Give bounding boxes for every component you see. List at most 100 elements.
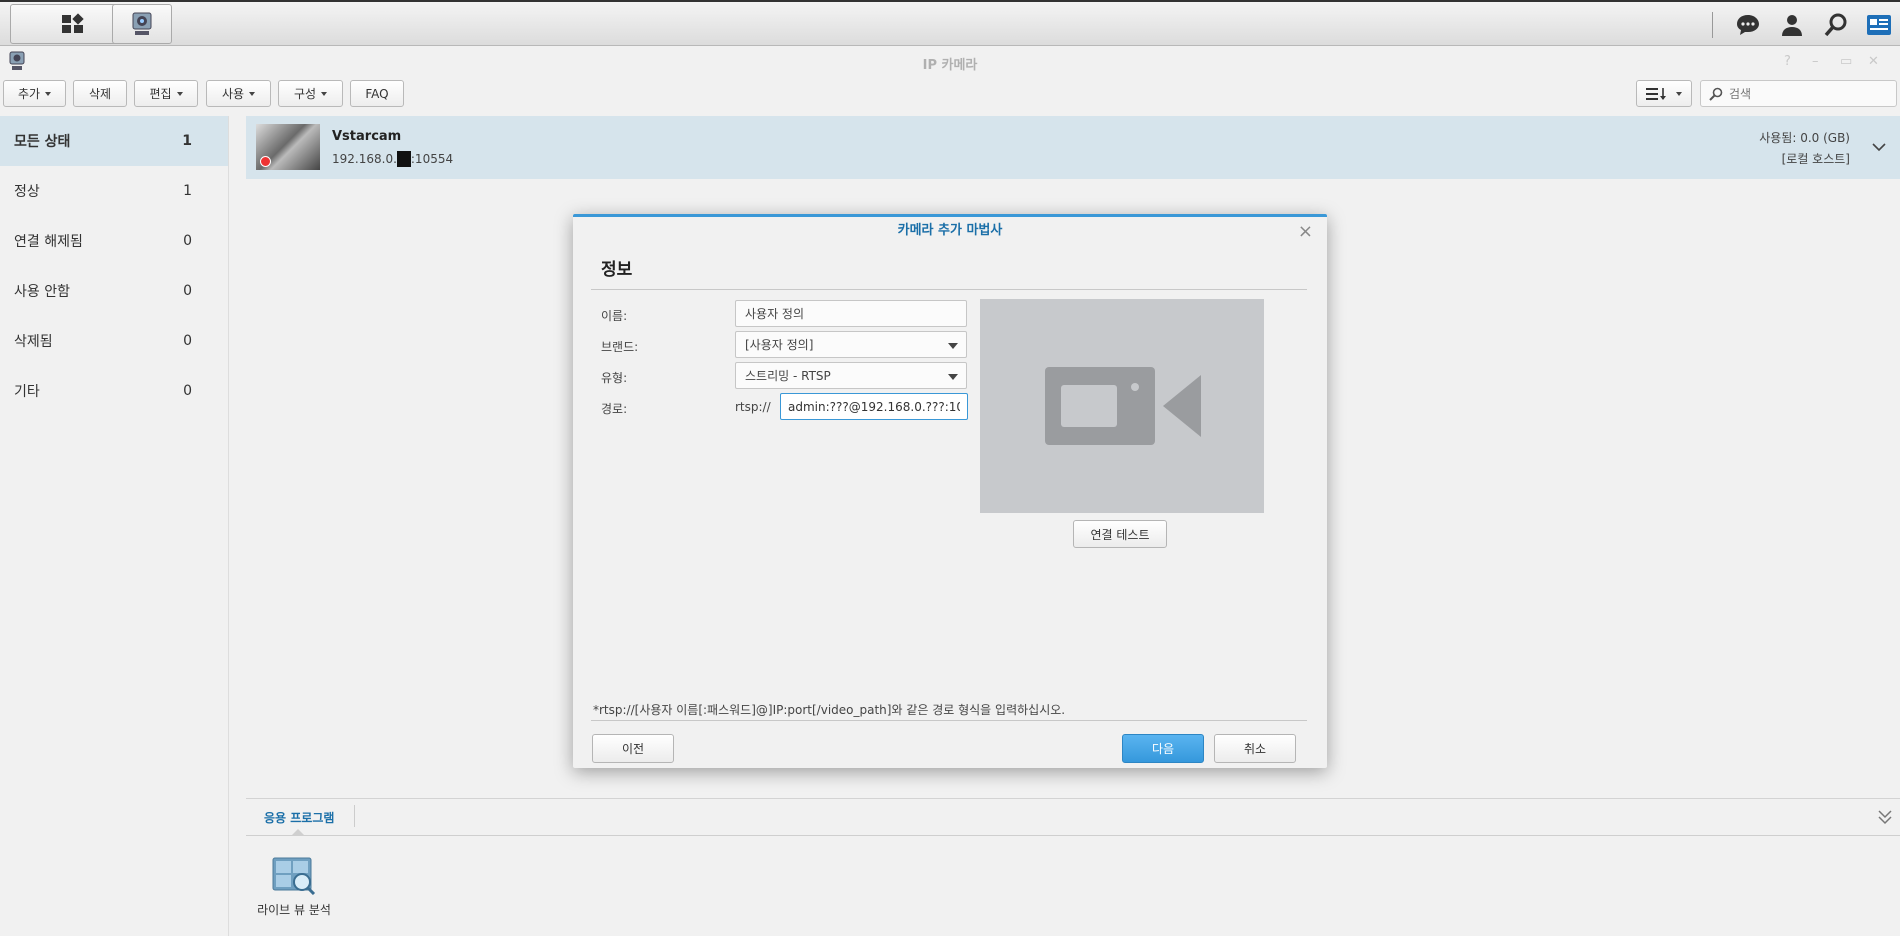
table-row[interactable]: Vstarcam 192.168.0. :10554 사용됨: 0.0 (GB)…: [246, 116, 1900, 179]
widget-button[interactable]: [1864, 10, 1894, 40]
chevron-down-icon: [45, 91, 52, 96]
widget-icon: [1867, 15, 1891, 35]
toolbar: 추가 삭제 편집 사용 구성 FAQ: [0, 78, 1900, 110]
divider: [591, 720, 1307, 721]
camera-ip-prefix: 192.168.0.: [332, 152, 397, 166]
divider: [246, 835, 1900, 836]
camera-host: [로컬 호스트]: [1781, 152, 1850, 166]
connection-test-button[interactable]: 연결 테스트: [1073, 520, 1167, 548]
name-label: 이름:: [601, 309, 628, 323]
config-button-label: 구성: [293, 87, 317, 101]
sidebar-item-count: 0: [183, 333, 192, 349]
user-icon: [1782, 15, 1802, 36]
add-camera-wizard: 카메라 추가 마법사 × 정보 이름: 사용자 정의 브랜드: [사용자 정의]…: [573, 214, 1327, 768]
delete-button[interactable]: 삭제: [73, 80, 127, 107]
sidebar-item-all[interactable]: 모든 상태 1: [0, 116, 228, 166]
add-button-label: 추가: [17, 87, 41, 101]
search-icon: [1709, 87, 1723, 101]
faq-button-label: FAQ: [365, 86, 389, 101]
chevron-down-icon: [1676, 91, 1682, 96]
window-title: IP 카메라: [922, 58, 978, 73]
help-icon[interactable]: ?: [1784, 54, 1791, 69]
path-input[interactable]: [780, 393, 968, 420]
live-view-analytics-icon: [272, 857, 316, 896]
use-button-label: 사용: [221, 87, 245, 101]
divider: [591, 289, 1307, 290]
global-search-button[interactable]: [1821, 10, 1851, 40]
path-label: 경로:: [601, 402, 628, 416]
sidebar-item-label: 사용 안함: [14, 284, 70, 300]
tab-applications[interactable]: 응용 프로그램: [264, 809, 334, 826]
wizard-title: 카메라 추가 마법사: [897, 223, 1003, 238]
sidebar-item-label: 정상: [14, 184, 40, 200]
view-sort-button[interactable]: [1636, 80, 1692, 107]
add-button[interactable]: 추가: [3, 80, 66, 107]
window-title-bar: IP 카메라 ? – ▭ ✕: [0, 46, 1900, 78]
faq-button[interactable]: FAQ: [350, 80, 404, 107]
use-button[interactable]: 사용: [206, 80, 271, 107]
sidebar-item-count: 1: [182, 133, 192, 149]
type-select[interactable]: 스트리밍 - RTSP: [735, 362, 967, 389]
sidebar-item-deleted[interactable]: 삭제됨 0: [0, 316, 228, 366]
redacted-block: [396, 151, 411, 167]
sidebar-item-label: 모든 상태: [14, 134, 71, 150]
sidebar-item-label: 기타: [14, 384, 40, 400]
list-sort-icon: [1646, 87, 1666, 100]
grid-icon: [62, 13, 84, 33]
surveillance-app-button[interactable]: [112, 4, 172, 44]
minimize-icon[interactable]: –: [1812, 54, 1819, 69]
rtsp-prefix: rtsp://: [735, 400, 771, 414]
type-label: 유형:: [601, 371, 628, 385]
config-button[interactable]: 구성: [278, 80, 343, 107]
chat-button[interactable]: [1733, 10, 1763, 40]
search-icon: [1824, 13, 1847, 37]
camera-address: 192.168.0. :10554: [332, 151, 453, 167]
sidebar-item-other[interactable]: 기타 0: [0, 366, 228, 416]
camera-preview: [980, 299, 1264, 513]
next-button[interactable]: 다음: [1122, 734, 1204, 763]
video-camera-icon: [1045, 367, 1201, 445]
search-input[interactable]: [1729, 86, 1889, 101]
user-button[interactable]: [1777, 10, 1807, 40]
brand-select[interactable]: [사용자 정의]: [735, 331, 967, 358]
taskbar-separator: [1712, 12, 1713, 38]
chevron-down-icon[interactable]: [1872, 142, 1886, 152]
sidebar-item-disconnected[interactable]: 연결 해제됨 0: [0, 216, 228, 266]
sidebar-item-count: 0: [183, 233, 192, 249]
camera-ip-suffix: :10554: [410, 152, 454, 166]
close-window-icon[interactable]: ✕: [1868, 54, 1879, 69]
edit-button-label: 편집: [149, 87, 172, 101]
chevron-down-icon: [321, 91, 328, 96]
surveillance-app-icon: [132, 12, 152, 35]
close-icon[interactable]: ×: [1298, 221, 1313, 242]
sidebar-item-label: 삭제됨: [14, 334, 53, 350]
sidebar: 모든 상태 1 정상 1 연결 해제됨 0 사용 안함 0 삭제됨 0 기타 0: [0, 116, 229, 936]
search-box[interactable]: [1700, 80, 1897, 107]
chat-icon: [1737, 15, 1759, 35]
sidebar-item-normal[interactable]: 정상 1: [0, 166, 228, 216]
brand-label: 브랜드:: [601, 340, 639, 354]
sidebar-item-disabled[interactable]: 사용 안함 0: [0, 266, 228, 316]
previous-button[interactable]: 이전: [592, 734, 674, 763]
camera-name: Vstarcam: [332, 129, 402, 144]
tab-separator: [354, 805, 355, 827]
sidebar-item-count: 0: [183, 383, 192, 399]
live-view-analytics-app[interactable]: 라이브 뷰 분석: [254, 857, 334, 918]
path-format-hint: *rtsp://[사용자 이름[:패스워드]@]IP:port[/video_p…: [593, 703, 1066, 717]
sidebar-item-count: 1: [183, 183, 192, 199]
collapse-icon[interactable]: [1878, 809, 1892, 825]
app-label: 라이브 뷰 분석: [257, 903, 331, 917]
cancel-button[interactable]: 취소: [1214, 734, 1296, 763]
chevron-down-icon: [176, 91, 183, 96]
recording-icon: [260, 156, 271, 167]
name-field[interactable]: 사용자 정의: [735, 300, 967, 327]
taskbar: [0, 0, 1900, 46]
camera-thumbnail: [256, 124, 320, 170]
sidebar-item-count: 0: [183, 283, 192, 299]
sidebar-item-label: 연결 해제됨: [14, 234, 83, 250]
chevron-down-icon: [249, 91, 256, 96]
delete-button-label: 삭제: [88, 87, 112, 101]
bottom-panel: 응용 프로그램 라이브 뷰 분석: [246, 798, 1900, 936]
maximize-icon[interactable]: ▭: [1840, 54, 1852, 69]
edit-button[interactable]: 편집: [134, 80, 198, 107]
